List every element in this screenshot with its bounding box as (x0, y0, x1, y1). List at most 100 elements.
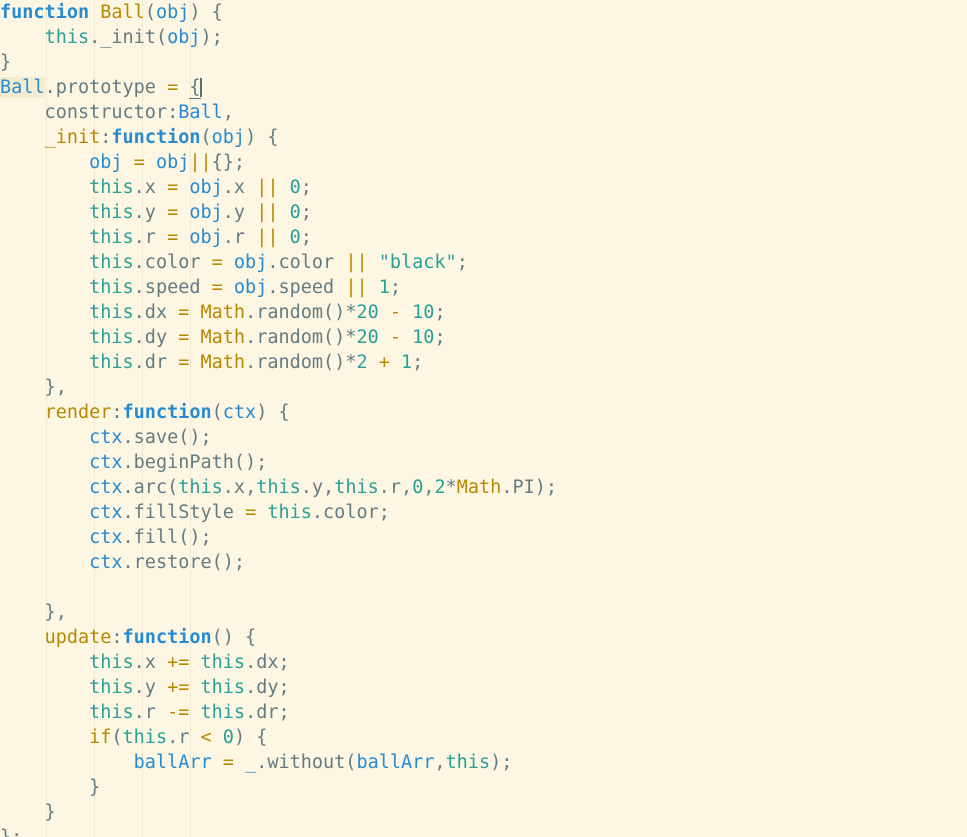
code-line[interactable]: this.x = obj.x || 0; (0, 175, 967, 200)
code-line[interactable]: this.color = obj.color || "black"; (0, 250, 967, 275)
code-token: .restore(); (122, 552, 246, 573)
code-line[interactable]: if(this.r < 0) { (0, 725, 967, 750)
code-token: || (256, 227, 279, 248)
code-line[interactable]: }, (0, 375, 967, 400)
code-token: ; (300, 177, 312, 198)
code-token: } (0, 777, 101, 798)
code-line[interactable]: ctx.restore(); (0, 550, 967, 575)
code-token: .y (222, 202, 257, 223)
code-token: this (89, 352, 134, 373)
code-token: ; (300, 227, 312, 248)
code-token: if (89, 727, 112, 748)
code-token: .x (133, 652, 168, 673)
code-token: obj (189, 202, 223, 223)
code-line[interactable]: update:function() { (0, 625, 967, 650)
code-line[interactable]: render:function(ctx) { (0, 400, 967, 425)
code-editor[interactable]: function Ball(obj) { this._init(obj);} Ba… (0, 0, 967, 837)
code-line[interactable]: ctx.fillStyle = this.color; (0, 500, 967, 525)
code-token: : (111, 627, 123, 648)
code-line[interactable]: ballArr = _.without(ballArr,this); (0, 750, 967, 775)
code-line[interactable]: } (0, 775, 967, 800)
code-token: = (211, 277, 223, 298)
code-line[interactable]: }; (0, 825, 967, 837)
code-token: Math (200, 302, 246, 323)
code-line[interactable]: _init:function(obj) { (0, 125, 967, 150)
code-token: .r (222, 227, 257, 248)
code-token: 2 (434, 477, 446, 498)
code-line[interactable]: Ball.prototype = { (0, 75, 967, 100)
code-token: - (389, 302, 402, 323)
code-token: * (345, 302, 357, 323)
code-line[interactable] (0, 575, 967, 600)
code-token: 1 (378, 277, 390, 298)
code-line[interactable]: this.speed = obj.speed || 1; (0, 275, 967, 300)
code-token: obj (89, 152, 123, 173)
code-line[interactable]: this.x += this.dx; (0, 650, 967, 675)
code-line[interactable]: this.y += this.dy; (0, 675, 967, 700)
code-line[interactable]: ctx.arc(this.x,this.y,this.r,0,2*Math.PI… (0, 475, 967, 500)
code-token: ctx (89, 477, 123, 498)
code-token: += (167, 677, 190, 698)
code-token: .dy (133, 327, 179, 348)
code-token: function (0, 2, 101, 23)
code-line[interactable]: this.dy = Math.random()*20 - 10; (0, 325, 967, 350)
code-line[interactable]: } (0, 50, 967, 75)
code-token: = (222, 752, 234, 773)
code-line[interactable]: obj = obj||{}; (0, 150, 967, 175)
code-token: .prototype (44, 77, 168, 98)
code-token: .r (133, 227, 168, 248)
code-line[interactable]: this.dx = Math.random()*20 - 10; (0, 300, 967, 325)
code-line[interactable]: function Ball(obj) { (0, 0, 967, 25)
code-token: this (256, 477, 301, 498)
code-line[interactable]: ctx.fill(); (0, 525, 967, 550)
code-line[interactable]: this._init(obj); (0, 25, 967, 50)
code-token: ctx (89, 552, 123, 573)
code-token: ctx (89, 427, 123, 448)
code-token: .dr; (245, 702, 290, 723)
code-token: ) { (245, 127, 279, 148)
code-token: .save(); (122, 427, 212, 448)
code-line[interactable]: ctx.save(); (0, 425, 967, 450)
code-token: this (200, 652, 246, 673)
code-line[interactable]: }, (0, 600, 967, 625)
code-token: .speed (133, 277, 212, 298)
code-token: constructor: (0, 102, 179, 123)
code-line[interactable]: } (0, 800, 967, 825)
code-line[interactable]: constructor:Ball, (0, 100, 967, 125)
code-token: function (122, 402, 212, 423)
code-token: = (178, 302, 190, 323)
code-line[interactable]: this.r = obj.r || 0; (0, 225, 967, 250)
code-line[interactable]: this.dr = Math.random()*2 + 1; (0, 350, 967, 375)
code-token: obj (233, 252, 268, 273)
code-token: }, (0, 377, 67, 398)
code-lines-container[interactable]: function Ball(obj) { this._init(obj);} Ba… (0, 0, 967, 837)
code-line[interactable]: ctx.beginPath(); (0, 450, 967, 475)
code-token: ; (412, 352, 424, 373)
code-token: 10 (412, 327, 435, 348)
code-token: Math (200, 352, 246, 373)
code-token: || (256, 202, 279, 223)
code-token: : (111, 402, 123, 423)
code-line[interactable]: this.r -= this.dr; (0, 700, 967, 725)
code-token: || (345, 252, 368, 273)
code-token: obj (155, 2, 190, 23)
code-line[interactable]: this.y = obj.y || 0; (0, 200, 967, 225)
